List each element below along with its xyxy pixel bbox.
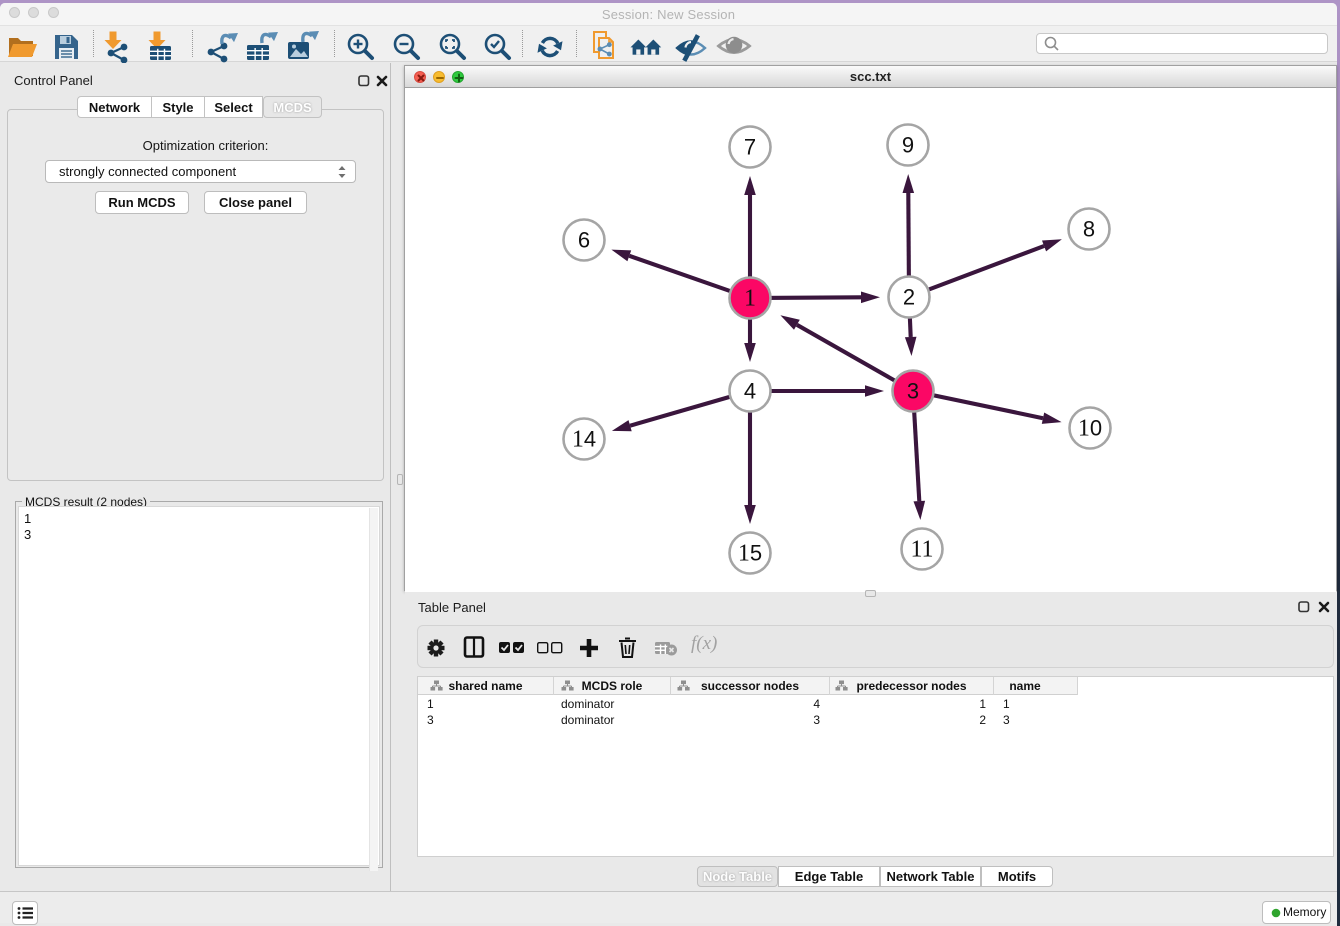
svg-text:10: 10 — [1078, 416, 1102, 442]
svg-text:6: 6 — [578, 228, 590, 253]
svg-text:9: 9 — [902, 133, 914, 158]
svg-text:15: 15 — [738, 541, 762, 567]
svg-text:3: 3 — [907, 379, 919, 404]
svg-text:11: 11 — [910, 537, 933, 563]
svg-text:8: 8 — [1083, 217, 1095, 242]
svg-text:2: 2 — [903, 285, 915, 310]
svg-text:4: 4 — [744, 379, 756, 404]
svg-text:1: 1 — [744, 286, 756, 312]
svg-text:14: 14 — [572, 427, 596, 453]
svg-text:7: 7 — [744, 135, 756, 160]
